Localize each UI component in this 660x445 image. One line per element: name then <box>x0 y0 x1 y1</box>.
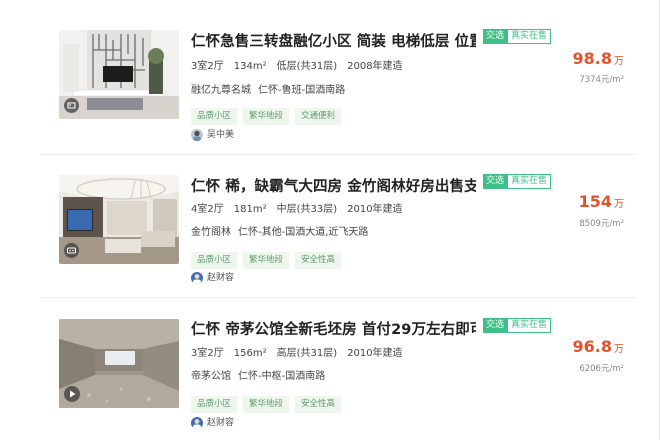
divider <box>40 297 637 298</box>
feature-chip: 品质小区 <box>191 396 238 413</box>
price-unit: 万 <box>614 344 624 355</box>
built-year: 2008年建造 <box>347 61 403 72</box>
built-year: 2010年建造 <box>347 204 403 215</box>
layout: 3室2厅 <box>191 61 224 72</box>
tag-select: 交选 <box>483 29 508 44</box>
community-link[interactable]: 融亿九尊名城 <box>191 85 251 96</box>
feature-chip: 品质小区 <box>191 108 238 125</box>
area: 134m² <box>233 61 267 72</box>
area: 181m² <box>233 204 267 215</box>
feature-chip: 品质小区 <box>191 252 238 269</box>
agent-name: 吴中美 <box>207 130 235 140</box>
listing-title[interactable]: 仁怀 稀，缺霸气大四房 金竹阁林好房出售支... <box>191 175 476 196</box>
total-price: 154 万 <box>579 192 624 211</box>
community-link[interactable]: 帝茅公馆 <box>191 371 231 382</box>
price-value: 154 <box>578 192 612 211</box>
agent[interactable]: 赵财容 <box>191 271 234 285</box>
price-unit: 万 <box>614 199 624 210</box>
listing-info: 3室2厅 134m² 低层(共31层) 2008年建造 <box>191 57 413 72</box>
built-year: 2010年建造 <box>347 348 403 359</box>
feature-chip: 安全性高 <box>295 252 342 269</box>
listing-tags: 交选 真实在售 <box>483 29 552 44</box>
area: 156m² <box>233 348 267 359</box>
listing-tags: 交选 真实在售 <box>483 318 552 333</box>
layout: 3室2厅 <box>191 348 224 359</box>
floor: 中层(共33层) <box>276 204 338 215</box>
unit-price: 8509元/m² <box>579 219 624 229</box>
tag-real-sale: 真实在售 <box>507 318 552 333</box>
feature-chip: 交通便利 <box>295 108 342 125</box>
floor: 高层(共31层) <box>276 348 338 359</box>
feature-chip: 繁华地段 <box>243 108 290 125</box>
listing-title[interactable]: 仁怀 帝茅公馆全新毛坯房 首付29万左右即可... <box>191 318 476 339</box>
listing-card[interactable]: 仁怀 稀，缺霸气大四房 金竹阁林好房出售支... 交选 真实在售 4室2厅 181m… <box>0 155 660 301</box>
feature-chip: 繁华地段 <box>243 252 290 269</box>
layout: 4室2厅 <box>191 204 224 215</box>
avatar <box>191 128 203 141</box>
listing-info: 4室2厅 181m² 中层(共33层) 2010年建造 <box>191 200 413 215</box>
listing-info: 3室2厅 156m² 高层(共31层) 2010年建造 <box>191 344 413 359</box>
tag-real-sale: 真实在售 <box>507 29 552 44</box>
location-link[interactable]: 仁怀-中枢-国酒南路 <box>238 371 325 382</box>
tag-select: 交选 <box>483 174 508 189</box>
feature-chips: 品质小区 繁华地段 安全性高 <box>191 247 347 269</box>
avatar <box>191 416 203 429</box>
price-value: 96.8 <box>572 337 612 356</box>
play-icon[interactable] <box>64 386 80 402</box>
community-link[interactable]: 金竹阁林 <box>191 227 231 238</box>
location-link[interactable]: 仁怀-鲁班-国酒南路 <box>258 85 345 96</box>
agent-name: 赵财容 <box>207 418 235 428</box>
listing-title[interactable]: 仁怀急售三转盘融亿小区 简装 电梯低层 位置... <box>191 30 476 51</box>
listing-address: 融亿九尊名城 仁怀-鲁班-国酒南路 <box>191 81 352 96</box>
avatar <box>191 271 203 284</box>
agent-name: 赵财容 <box>207 273 235 283</box>
agent[interactable]: 赵财容 <box>191 416 234 430</box>
total-price: 96.8 万 <box>573 337 624 356</box>
listing-card[interactable]: 仁怀急售三转盘融亿小区 简装 电梯低层 位置... 交选 真实在售 3室2厅 134… <box>0 9 660 155</box>
agent[interactable]: 吴中美 <box>191 128 234 142</box>
tag-select: 交选 <box>483 318 508 333</box>
listing-photo[interactable] <box>59 319 179 408</box>
feature-chip: 安全性高 <box>295 396 342 413</box>
listing-tags: 交选 真实在售 <box>483 174 552 189</box>
feature-chip: 繁华地段 <box>243 396 290 413</box>
listing-card[interactable]: 仁怀 帝茅公馆全新毛坯房 首付29万左右即可... 交选 真实在售 3室2厅 156… <box>0 299 660 445</box>
price-value: 98.8 <box>572 49 612 68</box>
location-link[interactable]: 仁怀-其他-国酒大道,近飞天路 <box>238 227 368 238</box>
unit-price: 6206元/m² <box>579 364 624 374</box>
image-icon <box>64 98 79 113</box>
tag-real-sale: 真实在售 <box>507 174 552 189</box>
total-price: 98.8 万 <box>573 49 624 68</box>
listing-photo[interactable] <box>59 30 179 119</box>
feature-chips: 品质小区 繁华地段 交通便利 <box>191 103 347 125</box>
vr-icon <box>64 243 79 258</box>
listing-photo[interactable] <box>59 175 179 264</box>
price-unit: 万 <box>614 56 624 67</box>
floor: 低层(共31层) <box>276 61 338 72</box>
unit-price: 7374元/m² <box>579 75 624 85</box>
listing-address: 金竹阁林 仁怀-其他-国酒大道,近飞天路 <box>191 223 375 238</box>
feature-chips: 品质小区 繁华地段 安全性高 <box>191 391 347 413</box>
listing-address: 帝茅公馆 仁怀-中枢-国酒南路 <box>191 367 332 382</box>
